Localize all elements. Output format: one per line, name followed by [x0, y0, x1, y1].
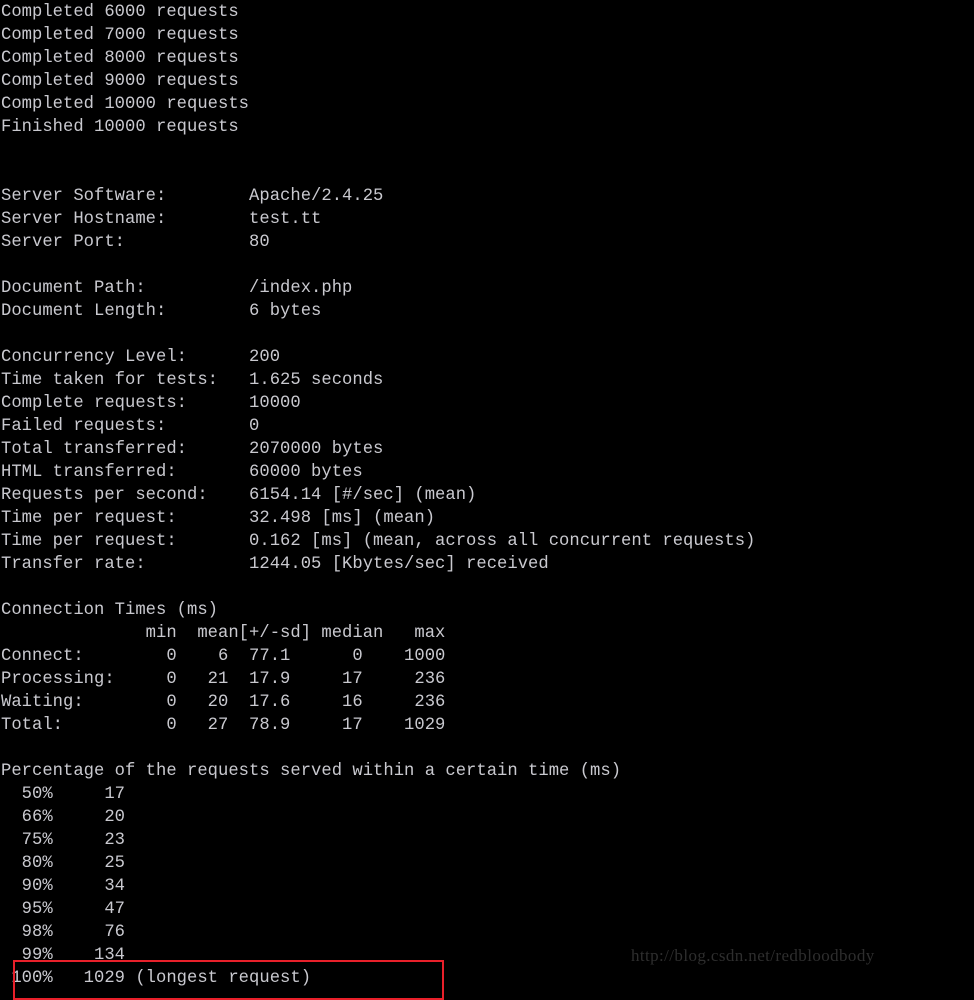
connection-times-row-connect: Connect: 0 6 77.1 0 1000: [1, 647, 446, 666]
time-per-request-concurrent-line: Time per request: 0.162 [ms] (mean, acro…: [1, 532, 756, 551]
percentile-row-100: 100% 1029 (longest request): [1, 969, 312, 988]
terminal-line: Completed 8000 requests: [1, 49, 239, 68]
server-port-line: Server Port: 80: [1, 233, 270, 252]
server-software-line: Server Software: Apache/2.4.25: [1, 187, 384, 206]
connection-times-row-processing: Processing: 0 21 17.9 17 236: [1, 670, 446, 689]
percentile-row-98: 98% 76: [1, 923, 126, 942]
complete-requests-line: Complete requests: 10000: [1, 394, 301, 413]
terminal-line: Completed 10000 requests: [1, 95, 250, 114]
concurrency-level-line: Concurrency Level: 200: [1, 348, 281, 367]
total-transferred-line: Total transferred: 2070000 bytes: [1, 440, 384, 459]
percentiles-title: Percentage of the requests served within…: [1, 762, 622, 781]
percentile-row-95: 95% 47: [1, 900, 126, 919]
terminal-line: Completed 6000 requests: [1, 3, 239, 22]
server-hostname-line: Server Hostname: test.tt: [1, 210, 322, 229]
terminal-output[interactable]: Completed 6000 requests Completed 7000 r…: [0, 0, 974, 988]
percentile-row-75: 75% 23: [1, 831, 126, 850]
connection-times-row-waiting: Waiting: 0 20 17.6 16 236: [1, 693, 446, 712]
html-transferred-line: HTML transferred: 60000 bytes: [1, 463, 363, 482]
connection-times-row-total: Total: 0 27 78.9 17 1029: [1, 716, 446, 735]
terminal-line: Completed 9000 requests: [1, 72, 239, 91]
time-taken-line: Time taken for tests: 1.625 seconds: [1, 371, 384, 390]
percentile-row-80: 80% 25: [1, 854, 126, 873]
transfer-rate-line: Transfer rate: 1244.05 [Kbytes/sec] rece…: [1, 555, 549, 574]
watermark-text: http://blog.csdn.net/redbloodbody: [631, 946, 875, 965]
connection-times-title: Connection Times (ms): [1, 601, 219, 620]
percentile-row-50: 50% 17: [1, 785, 126, 804]
requests-per-second-line: Requests per second: 6154.14 [#/sec] (me…: [1, 486, 477, 505]
document-path-line: Document Path: /index.php: [1, 279, 353, 298]
time-per-request-mean-line: Time per request: 32.498 [ms] (mean): [1, 509, 436, 528]
document-length-line: Document Length: 6 bytes: [1, 302, 322, 321]
terminal-line: Finished 10000 requests: [1, 118, 239, 137]
failed-requests-line: Failed requests: 0: [1, 417, 260, 436]
percentile-row-66: 66% 20: [1, 808, 126, 827]
percentile-row-90: 90% 34: [1, 877, 126, 896]
connection-times-header: min mean[+/-sd] median max: [1, 624, 446, 643]
terminal-line: Completed 7000 requests: [1, 26, 239, 45]
